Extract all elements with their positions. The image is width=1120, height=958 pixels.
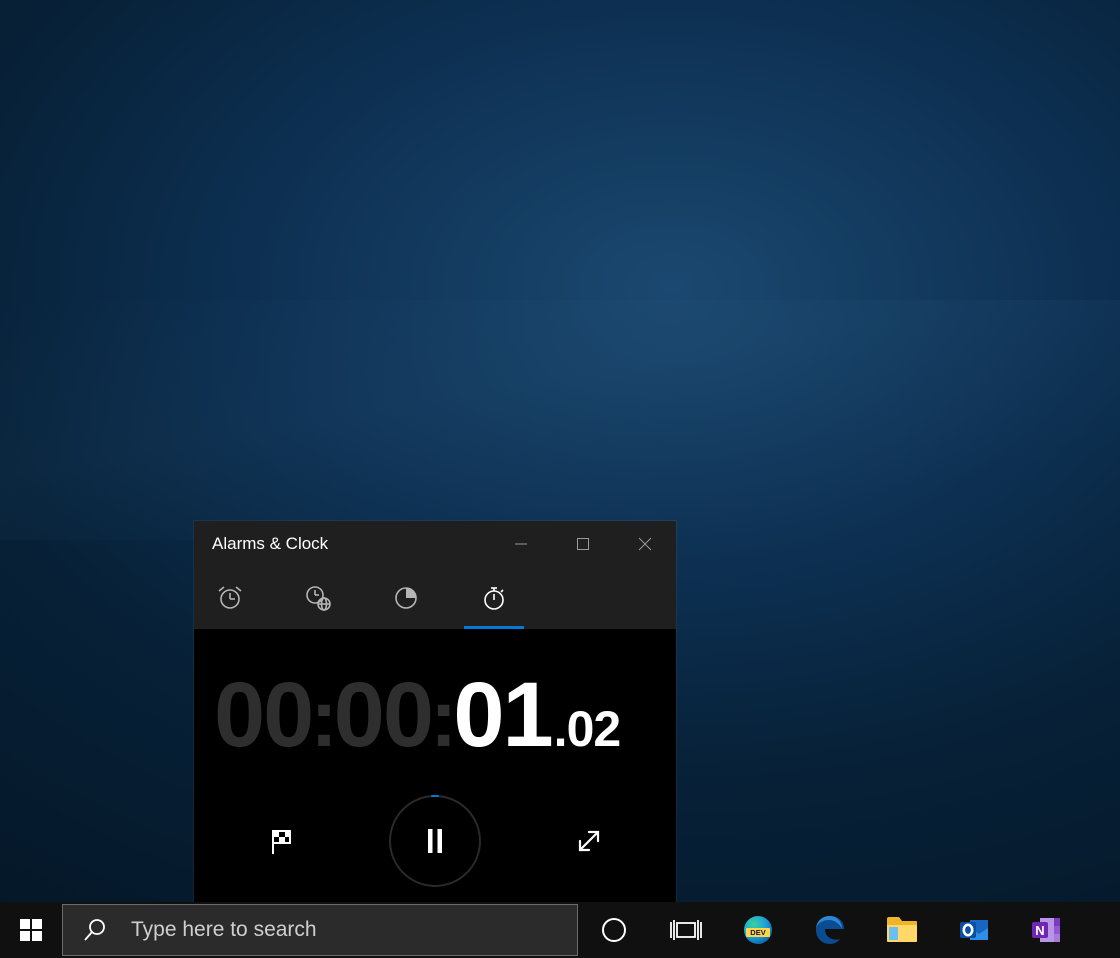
pause-button[interactable]	[389, 795, 481, 887]
stopwatch-controls	[194, 795, 676, 887]
alarm-icon	[216, 584, 244, 612]
separator: :	[430, 678, 455, 760]
window-buttons	[490, 521, 676, 567]
tab-alarm[interactable]	[208, 569, 252, 627]
minimize-button[interactable]	[490, 521, 552, 567]
stopwatch-seconds: 01	[453, 669, 551, 761]
maximize-button[interactable]	[552, 521, 614, 567]
stopwatch-minutes: 00	[334, 669, 432, 761]
outlook-icon	[958, 914, 990, 946]
tab-timer[interactable]	[384, 569, 428, 627]
lap-button[interactable]	[257, 817, 305, 865]
titlebar[interactable]: Alarms & Clock	[194, 521, 676, 567]
file-explorer-button[interactable]	[866, 902, 938, 958]
tab-world-clock[interactable]	[296, 569, 340, 627]
edge-button[interactable]	[794, 902, 866, 958]
close-icon	[638, 537, 652, 551]
file-explorer-icon	[886, 916, 918, 944]
tabstrip	[194, 567, 676, 629]
start-icon	[20, 919, 42, 941]
onenote-button[interactable]: N	[1010, 902, 1082, 958]
edge-dev-icon: DEV	[742, 914, 774, 946]
search-box[interactable]	[62, 904, 578, 956]
search-icon	[83, 918, 107, 942]
task-view-icon	[669, 917, 703, 943]
world-clock-icon	[304, 584, 332, 612]
taskbar-icons: DEV	[578, 902, 1082, 958]
minimize-icon	[514, 537, 528, 551]
expand-icon	[574, 826, 604, 856]
stopwatch-icon	[480, 584, 508, 612]
flag-icon	[266, 826, 296, 856]
stopwatch-hours: 00	[214, 669, 312, 761]
stopwatch-fraction: .02	[554, 704, 621, 754]
edge-icon	[814, 914, 846, 946]
edge-dev-button[interactable]: DEV	[722, 902, 794, 958]
cortana-icon	[601, 917, 627, 943]
stopwatch-display: 00 : 00 : 01 .02	[194, 669, 676, 761]
tab-stopwatch[interactable]	[472, 569, 516, 627]
window-title: Alarms & Clock	[212, 534, 328, 554]
start-button[interactable]	[0, 902, 62, 958]
onenote-icon: N	[1030, 914, 1062, 946]
separator: :	[310, 678, 335, 760]
pause-icon	[423, 826, 447, 856]
cortana-button[interactable]	[578, 902, 650, 958]
stopwatch-panel: 00 : 00 : 01 .02	[194, 629, 676, 887]
svg-text:DEV: DEV	[750, 928, 765, 937]
close-button[interactable]	[614, 521, 676, 567]
maximize-icon	[576, 537, 590, 551]
taskbar: DEV	[0, 902, 1120, 958]
search-input[interactable]	[131, 905, 577, 955]
alarms-clock-window: Alarms & Clock	[194, 521, 676, 902]
timer-icon	[392, 584, 420, 612]
expand-button[interactable]	[565, 817, 613, 865]
task-view-button[interactable]	[650, 902, 722, 958]
svg-text:N: N	[1035, 923, 1044, 938]
outlook-button[interactable]	[938, 902, 1010, 958]
